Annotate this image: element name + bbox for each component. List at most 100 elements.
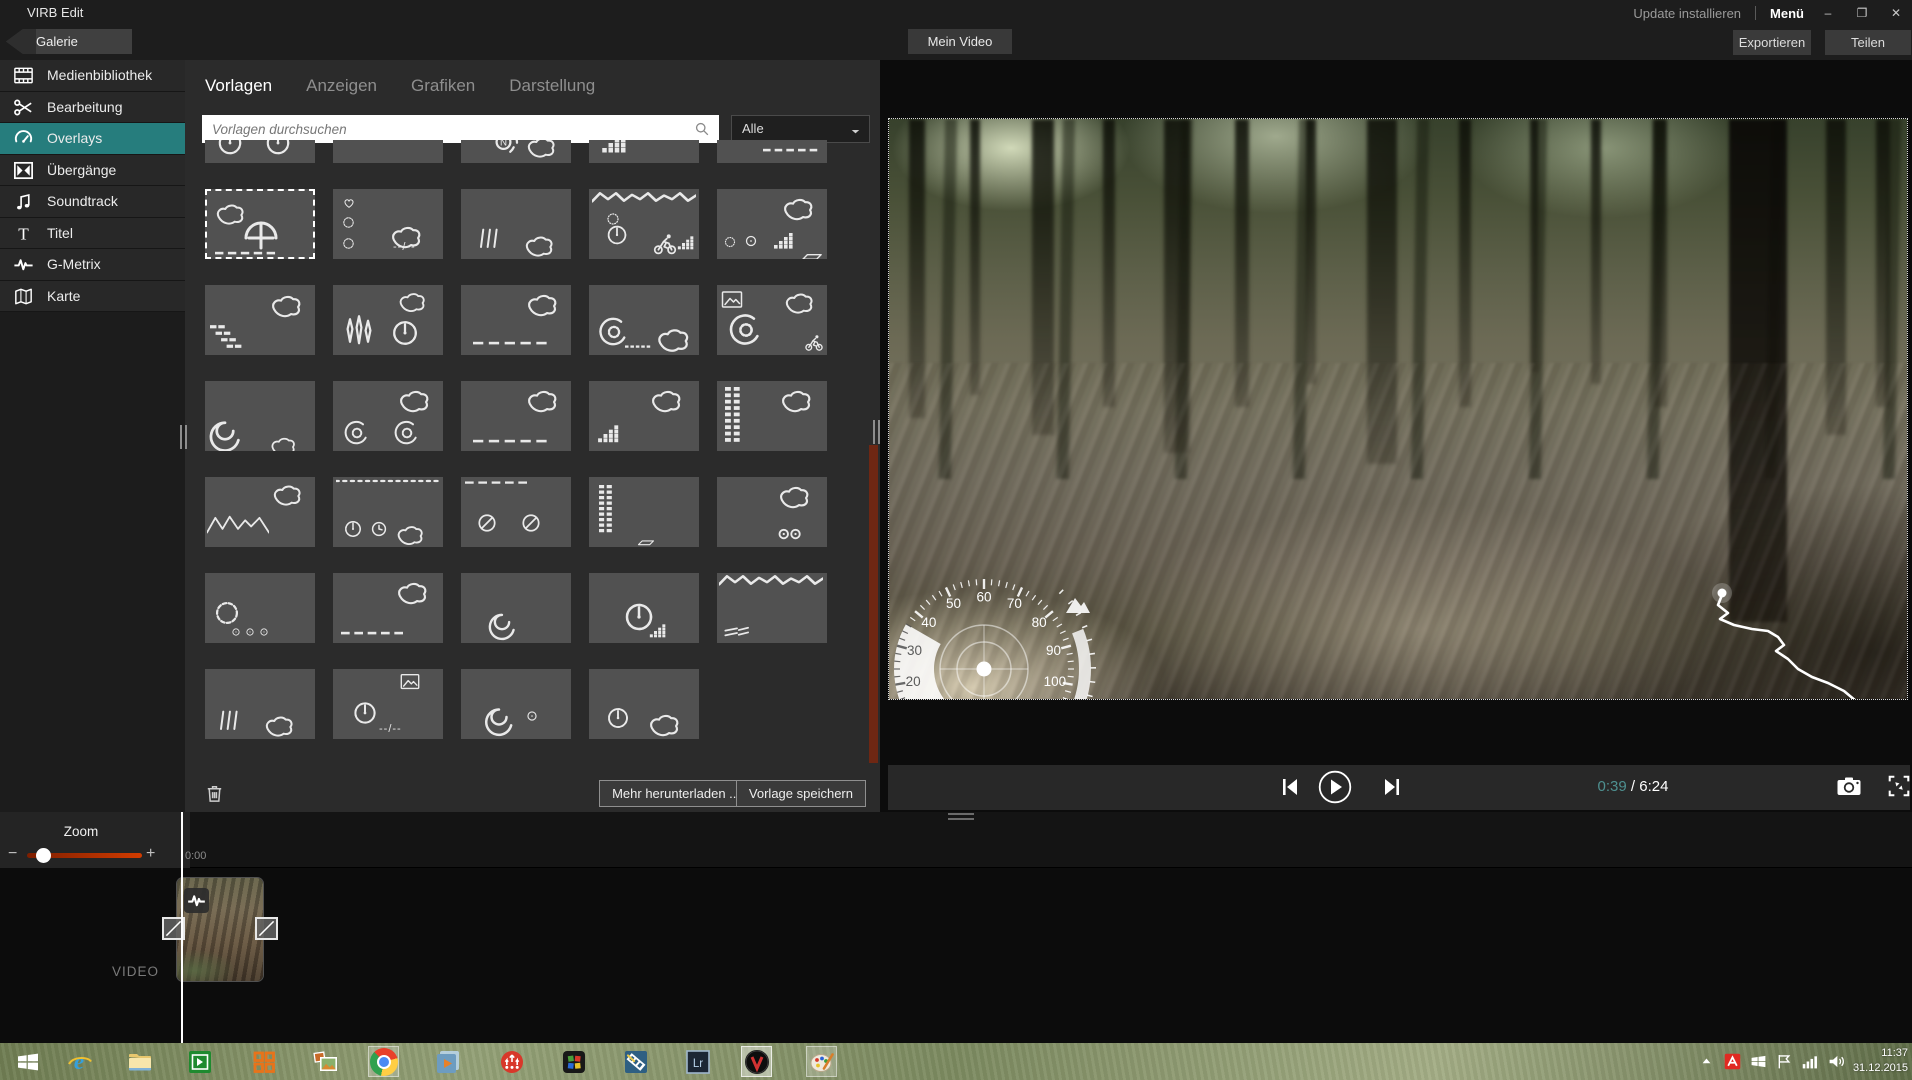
step-back-button[interactable] <box>1276 773 1304 801</box>
sidebar-item-titel[interactable]: TTitel <box>0 218 185 250</box>
taskbar-file-explorer-icon[interactable] <box>124 1046 155 1077</box>
template-tile[interactable] <box>589 669 699 739</box>
tray-network-icon[interactable] <box>1801 1052 1820 1071</box>
taskbar-media-player-icon[interactable] <box>432 1046 463 1077</box>
close-button[interactable]: ✕ <box>1886 6 1906 20</box>
taskbar-paint-icon[interactable] <box>806 1046 837 1077</box>
tray-hidden-icons-icon[interactable] <box>1697 1052 1716 1071</box>
template-tile-selected[interactable] <box>205 189 315 259</box>
template-tile[interactable] <box>589 189 699 259</box>
template-tile[interactable] <box>333 477 443 547</box>
tab-vorlagen[interactable]: Vorlagen <box>205 76 272 96</box>
zoom-out-button[interactable]: − <box>8 845 17 863</box>
tray-action-center-icon[interactable] <box>1775 1052 1794 1071</box>
template-tile[interactable] <box>205 573 315 643</box>
zoom-in-button[interactable]: + <box>146 845 155 863</box>
sidebar-item-uebergaenge[interactable]: Übergänge <box>0 155 185 187</box>
sidebar-item-bearbeitung[interactable]: Bearbeitung <box>0 92 185 124</box>
filter-dropdown[interactable]: Alle <box>731 115 870 143</box>
template-tile[interactable] <box>333 140 443 163</box>
restore-button[interactable]: ❐ <box>1852 6 1872 20</box>
export-button[interactable]: Exportieren <box>1733 30 1811 55</box>
sidebar-item-gmetrix[interactable]: G-Metrix <box>0 249 185 281</box>
save-template-button[interactable]: Vorlage speichern <box>736 780 866 807</box>
template-tile[interactable] <box>589 381 699 451</box>
template-tile[interactable]: --/-- <box>333 669 443 739</box>
taskbar-internet-explorer-icon[interactable]: e <box>64 1046 95 1077</box>
template-tile[interactable]: --/-- <box>333 189 443 259</box>
taskbar-red-share-app-icon[interactable] <box>496 1046 527 1077</box>
tab-darstellung[interactable]: Darstellung <box>509 76 595 96</box>
transition-handle-right[interactable] <box>255 917 278 940</box>
play-button[interactable] <box>1318 770 1352 804</box>
panel-scrollbar[interactable] <box>869 445 878 763</box>
template-tile[interactable] <box>461 381 571 451</box>
snapshot-camera-button[interactable] <box>1835 773 1863 801</box>
taskbar-virb-edit-icon[interactable] <box>741 1046 772 1077</box>
taskbar-lightroom-icon[interactable]: Lr <box>682 1046 713 1077</box>
sidebar-item-soundtrack[interactable]: Soundtrack <box>0 186 185 218</box>
taskbar-photo-viewer-icon[interactable] <box>310 1046 341 1077</box>
template-tile[interactable] <box>717 140 827 163</box>
template-tile[interactable] <box>717 477 827 547</box>
playhead[interactable] <box>181 812 183 1043</box>
taskbar-clock[interactable]: 11:37 31.12.2015 <box>1848 1046 1908 1076</box>
template-tile[interactable] <box>589 477 699 547</box>
fullscreen-button[interactable] <box>1886 773 1912 799</box>
taskbar-puzzle-app-icon[interactable] <box>558 1046 589 1077</box>
trash-icon[interactable] <box>203 782 226 805</box>
template-tile[interactable] <box>205 381 315 451</box>
template-tile[interactable] <box>589 285 699 355</box>
taskbar-green-media-app-icon[interactable] <box>184 1046 215 1077</box>
update-link[interactable]: Update installieren <box>1633 6 1741 21</box>
taskbar-video-editor-icon[interactable] <box>620 1046 651 1077</box>
template-tile[interactable] <box>461 285 571 355</box>
video-preview[interactable]: 010203040506070809010011012036km/h554m <box>888 118 1908 700</box>
template-tile[interactable] <box>717 285 827 355</box>
template-row: N <box>205 140 835 163</box>
template-tile[interactable] <box>717 573 827 643</box>
tray-avira-antivirus-icon[interactable] <box>1723 1052 1742 1071</box>
template-tile[interactable] <box>461 573 571 643</box>
tab-anzeigen[interactable]: Anzeigen <box>306 76 377 96</box>
timeline-ruler[interactable]: 0:00 <box>190 812 1912 868</box>
template-tile[interactable] <box>589 140 699 163</box>
gmetrix-badge-icon[interactable] <box>184 888 209 913</box>
template-tile[interactable] <box>205 669 315 739</box>
taskbar-start-icon[interactable] <box>12 1046 43 1077</box>
sidebar-item-overlays[interactable]: Overlays <box>0 123 185 155</box>
tab-grafiken[interactable]: Grafiken <box>411 76 475 96</box>
sidebar-item-karte[interactable]: Karte <box>0 281 185 313</box>
step-forward-button[interactable] <box>1378 773 1406 801</box>
tray-windows-icon[interactable] <box>1749 1052 1768 1071</box>
panel-resize-grip-left[interactable] <box>180 425 187 449</box>
share-button[interactable]: Teilen <box>1825 30 1911 55</box>
template-tile[interactable] <box>333 285 443 355</box>
menu-button[interactable]: Menü <box>1770 6 1804 21</box>
gallery-back-button[interactable]: Galerie <box>6 29 132 54</box>
template-tile[interactable] <box>717 381 827 451</box>
template-tile[interactable] <box>589 573 699 643</box>
template-tile[interactable] <box>461 477 571 547</box>
download-more-button[interactable]: Mehr herunterladen ... <box>599 780 753 807</box>
search-input[interactable] <box>202 115 719 143</box>
sidebar-item-medienbibliothek[interactable]: Medienbibliothek <box>0 60 185 92</box>
template-tile[interactable] <box>461 669 571 739</box>
track-glyph-icon <box>525 385 559 419</box>
timeline-resize-grip[interactable] <box>948 813 974 820</box>
panel-resize-grip-right[interactable] <box>873 420 880 444</box>
template-tile[interactable] <box>205 140 315 163</box>
template-tile[interactable] <box>205 477 315 547</box>
minimize-button[interactable]: – <box>1818 6 1838 20</box>
track-glyph-icon <box>525 289 559 323</box>
template-tile[interactable] <box>205 285 315 355</box>
template-tile[interactable] <box>333 573 443 643</box>
zoom-slider-handle[interactable] <box>36 848 51 863</box>
taskbar-chrome-icon[interactable] <box>368 1046 399 1077</box>
template-tile[interactable] <box>461 189 571 259</box>
taskbar-office-icon[interactable] <box>248 1046 279 1077</box>
tray-volume-icon[interactable] <box>1827 1052 1846 1071</box>
template-tile[interactable] <box>717 189 827 259</box>
template-tile[interactable]: N <box>461 140 571 163</box>
template-tile[interactable] <box>333 381 443 451</box>
